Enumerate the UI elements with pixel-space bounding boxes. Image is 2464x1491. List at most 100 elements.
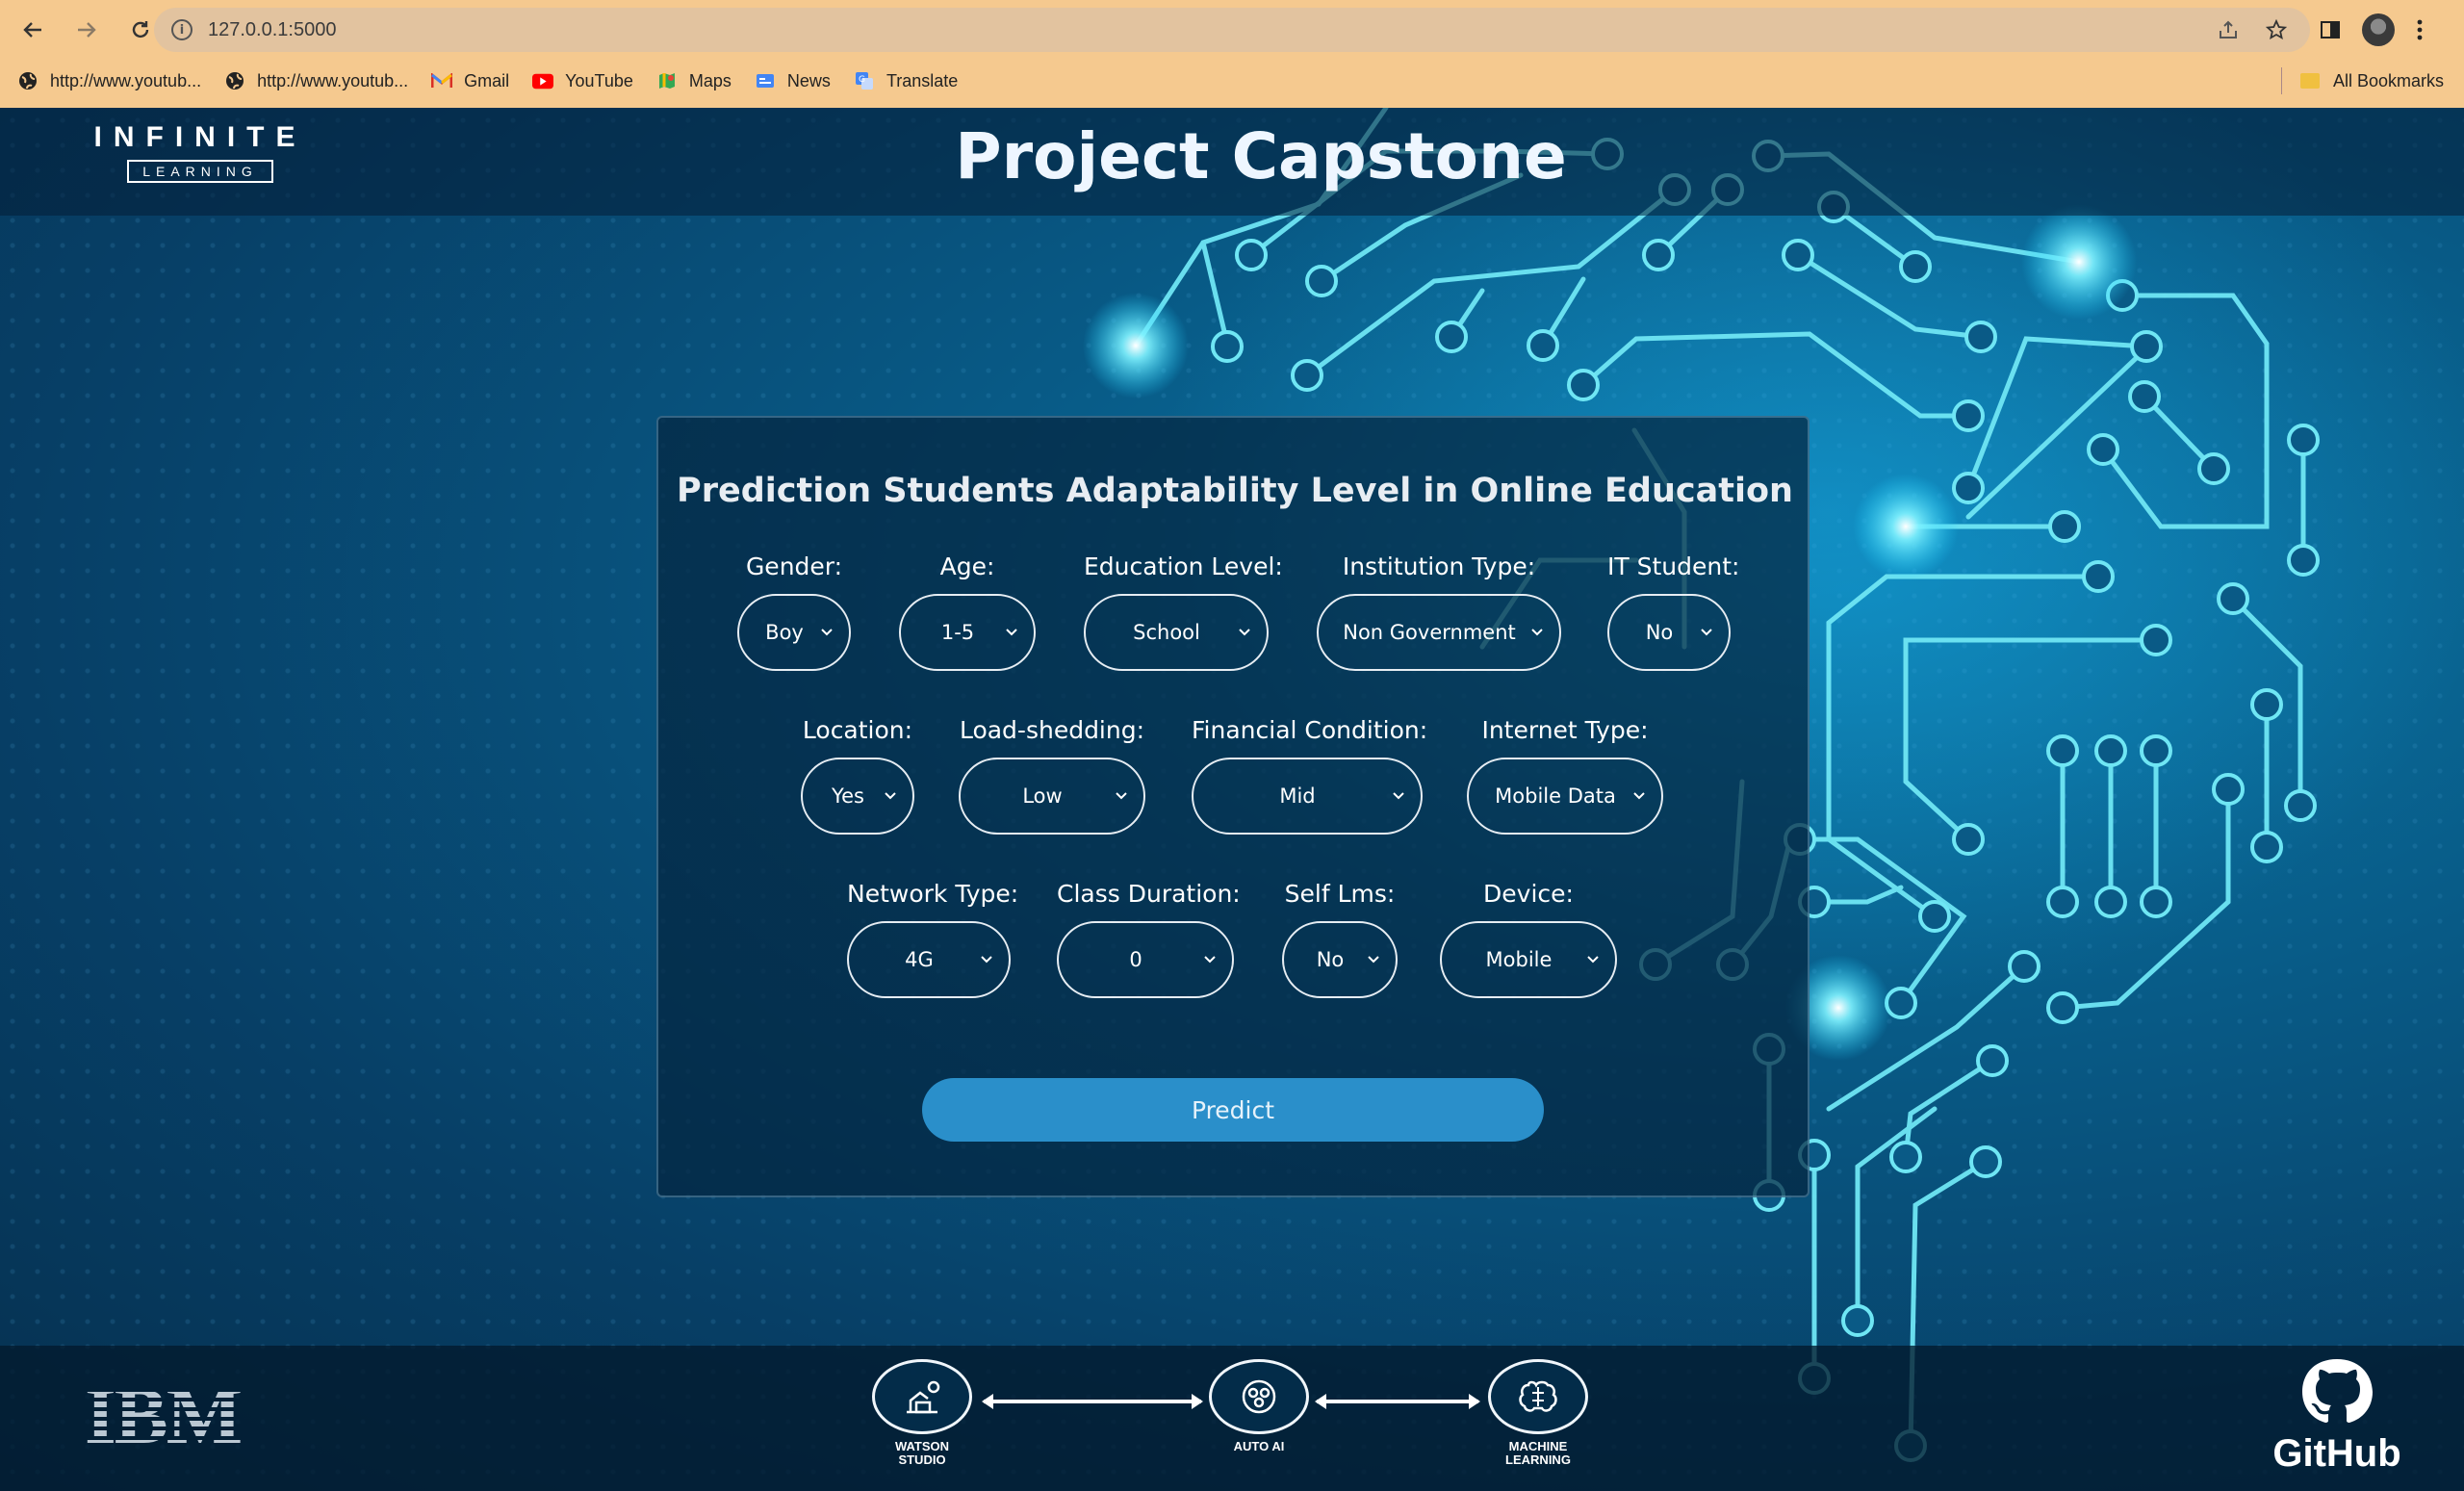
chevron-down-icon [1633, 792, 1645, 800]
chevron-down-icon [821, 629, 833, 636]
self-lms-field: Self Lms: No [1282, 880, 1398, 998]
it-student-value: No [1645, 621, 1674, 644]
bookmark-label: http://www.youtub... [257, 70, 409, 90]
class-duration-value: 0 [1129, 948, 1142, 971]
forward-button[interactable] [64, 7, 110, 53]
financial-condition-value: Mid [1279, 784, 1316, 808]
class-duration-field: Class Duration: 0 [1057, 880, 1241, 998]
bookmarks-divider [2281, 67, 2282, 94]
chevron-down-icon [1701, 629, 1712, 636]
bookmark-translate[interactable]: G Translate [854, 70, 958, 91]
back-button[interactable] [10, 7, 56, 53]
location-value: Yes [832, 784, 864, 808]
all-bookmarks-button[interactable]: All Bookmarks [2300, 60, 2444, 102]
back-arrow-icon [23, 22, 41, 38]
address-bar[interactable]: i 127.0.0.1:5000 [154, 8, 2310, 52]
auto-ai-label: AUTO AI [1233, 1439, 1285, 1453]
network-type-label: Network Type: [847, 880, 1019, 908]
gender-label: Gender: [745, 553, 843, 580]
financial-condition-field: Financial Condition: Mid [1192, 716, 1428, 835]
predict-button[interactable]: Predict [922, 1078, 1544, 1142]
device-label: Device: [1483, 880, 1574, 908]
it-student-select[interactable]: No [1607, 594, 1731, 671]
chevron-down-icon [1368, 956, 1379, 964]
footer: IBM WATSON STUDIO AUTO AI MACHINE LEARNING [0, 1346, 2464, 1491]
institution-type-select[interactable]: Non Government [1317, 594, 1561, 671]
chevron-down-icon [1587, 956, 1599, 964]
pipeline-arrow [982, 1394, 1203, 1409]
bookmark-gmail[interactable]: Gmail [431, 70, 509, 91]
bookmark-item[interactable]: http://www.youtub... [17, 70, 201, 91]
gender-select[interactable]: Boy [737, 594, 851, 671]
page-title: Project Capstone [955, 119, 1567, 193]
load-shedding-select[interactable]: Low [959, 758, 1145, 835]
chevron-down-icon [1204, 956, 1216, 964]
internet-type-select[interactable]: Mobile Data [1467, 758, 1663, 835]
globe-icon [17, 70, 38, 91]
bookmark-maps[interactable]: Maps [656, 70, 732, 91]
bookmarks-bar: http://www.youtub... http://www.youtub..… [0, 60, 2464, 102]
github-label: GitHub [2272, 1432, 2401, 1475]
share-icon[interactable] [2218, 19, 2239, 40]
menu-dots-icon[interactable] [2416, 18, 2424, 41]
location-select[interactable]: Yes [801, 758, 914, 835]
watson-label-line2: STUDIO [898, 1452, 946, 1467]
folder-icon [2300, 73, 2320, 89]
side-panel-icon[interactable] [2320, 19, 2341, 40]
self-lms-value: No [1316, 948, 1345, 971]
chevron-down-icon [1393, 792, 1404, 800]
bookmark-label: Translate [886, 70, 959, 90]
bookmark-label: YouTube [565, 70, 633, 90]
education-level-value: School [1133, 621, 1200, 644]
bookmark-label: Maps [688, 70, 732, 90]
device-select[interactable]: Mobile [1440, 921, 1617, 998]
financial-condition-select[interactable]: Mid [1192, 758, 1423, 835]
ml-label-line1: MACHINE [1508, 1439, 1568, 1453]
form-title: Prediction Students Adaptability Level i… [677, 472, 1793, 510]
internet-type-value: Mobile Data [1495, 784, 1616, 808]
self-lms-label: Self Lms: [1284, 880, 1396, 908]
chevron-down-icon [1006, 629, 1017, 636]
class-duration-select[interactable]: 0 [1057, 921, 1234, 998]
self-lms-select[interactable]: No [1282, 921, 1398, 998]
chevron-down-icon [1116, 792, 1127, 800]
bookmark-item[interactable]: http://www.youtub... [224, 70, 408, 91]
internet-type-field: Internet Type: Mobile Data [1467, 716, 1663, 835]
education-level-select[interactable]: School [1084, 594, 1269, 671]
chevron-down-icon [885, 792, 896, 800]
pipeline-arrow [1315, 1394, 1480, 1409]
bookmark-label: News [786, 70, 831, 90]
auto-ai-node: AUTO AI [1192, 1359, 1326, 1453]
network-type-select[interactable]: 4G [847, 921, 1011, 998]
bookmark-youtube[interactable]: YouTube [532, 70, 633, 91]
bookmark-label: Gmail [464, 70, 510, 90]
bookmark-star-icon[interactable] [2266, 19, 2287, 40]
reload-icon [132, 21, 149, 39]
machine-learning-icon [1488, 1359, 1588, 1434]
load-shedding-field: Load-shedding: Low [959, 716, 1145, 835]
page-content: INFINITE LEARNING Project Capstone Predi… [0, 108, 2464, 1491]
gender-value: Boy [765, 621, 804, 644]
globe-icon [224, 70, 245, 91]
institution-type-field: Institution Type: Non Government [1317, 553, 1561, 671]
ibm-logo: IBM [85, 1372, 243, 1461]
network-type-field: Network Type: 4G [847, 880, 1019, 998]
auto-ai-icon [1209, 1359, 1309, 1434]
github-link[interactable]: GitHub [2272, 1355, 2402, 1476]
gender-field: Gender: Boy [737, 553, 851, 671]
site-info-icon[interactable]: i [171, 19, 192, 40]
bookmark-news[interactable]: News [755, 70, 831, 91]
watson-studio-label: WATSON STUDIO [855, 1440, 989, 1467]
machine-learning-node: MACHINE LEARNING [1471, 1359, 1605, 1467]
age-select[interactable]: 1-5 [899, 594, 1036, 671]
education-level-field: Education Level: School [1084, 553, 1283, 671]
class-duration-label: Class Duration: [1057, 880, 1241, 908]
financial-condition-label: Financial Condition: [1192, 716, 1428, 744]
education-level-label: Education Level: [1084, 553, 1283, 580]
institution-type-label: Institution Type: [1342, 553, 1536, 580]
profile-avatar[interactable] [2362, 13, 2395, 46]
chevron-down-icon [1531, 629, 1543, 636]
translate-icon: G [854, 70, 875, 91]
it-student-field: IT Student: No [1607, 553, 1739, 671]
location-label: Location: [802, 716, 913, 744]
